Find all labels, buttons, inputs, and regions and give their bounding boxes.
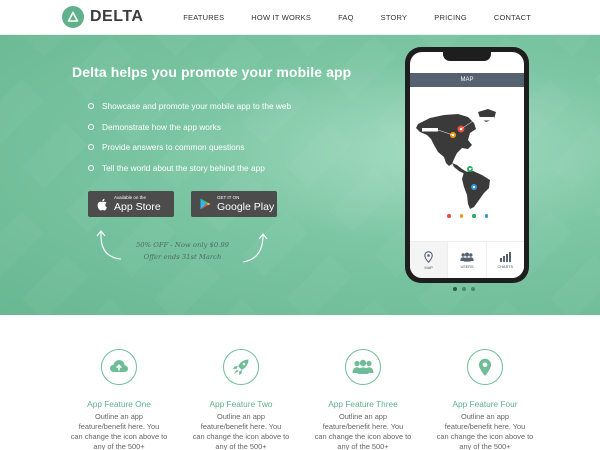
site-header: DELTA FEATURES HOW IT WORKS FAQ STORY PR… <box>0 0 600 35</box>
users-icon <box>460 252 474 262</box>
carousel-dot[interactable] <box>471 287 475 291</box>
feature-description: Outline an app feature/benefit here. You… <box>314 412 412 450</box>
bullet-circle-icon <box>88 164 94 171</box>
cloud-upload-icon <box>101 349 137 385</box>
carousel-dot[interactable] <box>462 287 466 291</box>
world-map[interactable] <box>410 90 524 210</box>
triangle-logo-icon <box>62 6 84 28</box>
hero-bullet: Demonstrate how the app works <box>88 117 291 138</box>
phone-notch <box>443 52 491 61</box>
phone-tab-bar: MAP USERS CHARTS <box>410 241 524 278</box>
feature-description: Outline an app feature/benefit here. You… <box>436 412 534 450</box>
feature-title: App Feature Four <box>452 399 518 409</box>
map-pin-icon <box>424 250 433 263</box>
google-play-icon <box>200 198 211 210</box>
feature-title: App Feature Three <box>328 399 398 409</box>
brand-logo[interactable]: DELTA <box>62 6 143 28</box>
feature-title: App Feature Two <box>209 399 273 409</box>
bullet-circle-icon <box>88 123 94 130</box>
nav-faq[interactable]: FAQ <box>338 13 354 22</box>
feature-title: App Feature One <box>87 399 151 409</box>
nav-how-it-works[interactable]: HOW IT WORKS <box>251 13 311 22</box>
hero-bullet: Tell the world about the story behind th… <box>88 158 291 179</box>
feature-description: Outline an app feature/benefit here. You… <box>70 412 168 450</box>
app-store-button[interactable]: Available on the App Store <box>88 191 174 217</box>
tab-charts[interactable]: CHARTS <box>486 242 524 278</box>
feature-card: App Feature Four Outline an app feature/… <box>433 349 537 450</box>
nav-story[interactable]: STORY <box>381 13 408 22</box>
brand-name: DELTA <box>90 8 144 25</box>
carousel-dot[interactable] <box>453 287 457 291</box>
feature-card: App Feature Three Outline an app feature… <box>311 349 415 450</box>
phone-mockup: MAP MAP USERS CHARTS <box>405 47 529 283</box>
tab-users[interactable]: USERS <box>448 242 487 278</box>
curved-arrow-right-icon <box>242 233 268 263</box>
feature-card: App Feature One Outline an app feature/b… <box>67 349 171 450</box>
feature-description: Outline an app feature/benefit here. You… <box>192 412 290 450</box>
google-play-button[interactable]: GET IT ON Google Play <box>191 191 277 217</box>
nav-features[interactable]: FEATURES <box>183 13 224 22</box>
carousel-indicators <box>453 287 480 291</box>
hero-bullet: Showcase and promote your mobile app to … <box>88 96 291 117</box>
hero-title: Delta helps you promote your mobile app <box>72 64 352 80</box>
main-nav: FEATURES HOW IT WORKS FAQ STORY PRICING … <box>183 13 531 22</box>
map-pin-icon <box>467 349 503 385</box>
bullet-circle-icon <box>88 144 94 151</box>
hero-bullet: Provide answers to common questions <box>88 137 291 158</box>
bar-chart-icon <box>500 251 512 262</box>
hero-section: Delta helps you promote your mobile app … <box>0 35 600 315</box>
users-icon <box>345 349 381 385</box>
curved-arrow-left-icon <box>96 230 122 260</box>
phone-screen: MAP MAP USERS CHARTS <box>410 52 524 278</box>
rocket-icon <box>223 349 259 385</box>
tab-map[interactable]: MAP <box>410 242 449 278</box>
apple-icon <box>97 198 108 211</box>
feature-card: App Feature Two Outline an app feature/b… <box>189 349 293 450</box>
phone-map-header: MAP <box>410 73 524 87</box>
bullet-circle-icon <box>88 103 94 110</box>
offer-text: 50% OFF - Now only $0.99 Offer ends 31st… <box>135 241 229 261</box>
nav-contact[interactable]: CONTACT <box>494 13 531 22</box>
hero-bullet-list: Showcase and promote your mobile app to … <box>88 96 291 178</box>
nav-pricing[interactable]: PRICING <box>434 13 467 22</box>
map-color-legend <box>447 214 497 218</box>
